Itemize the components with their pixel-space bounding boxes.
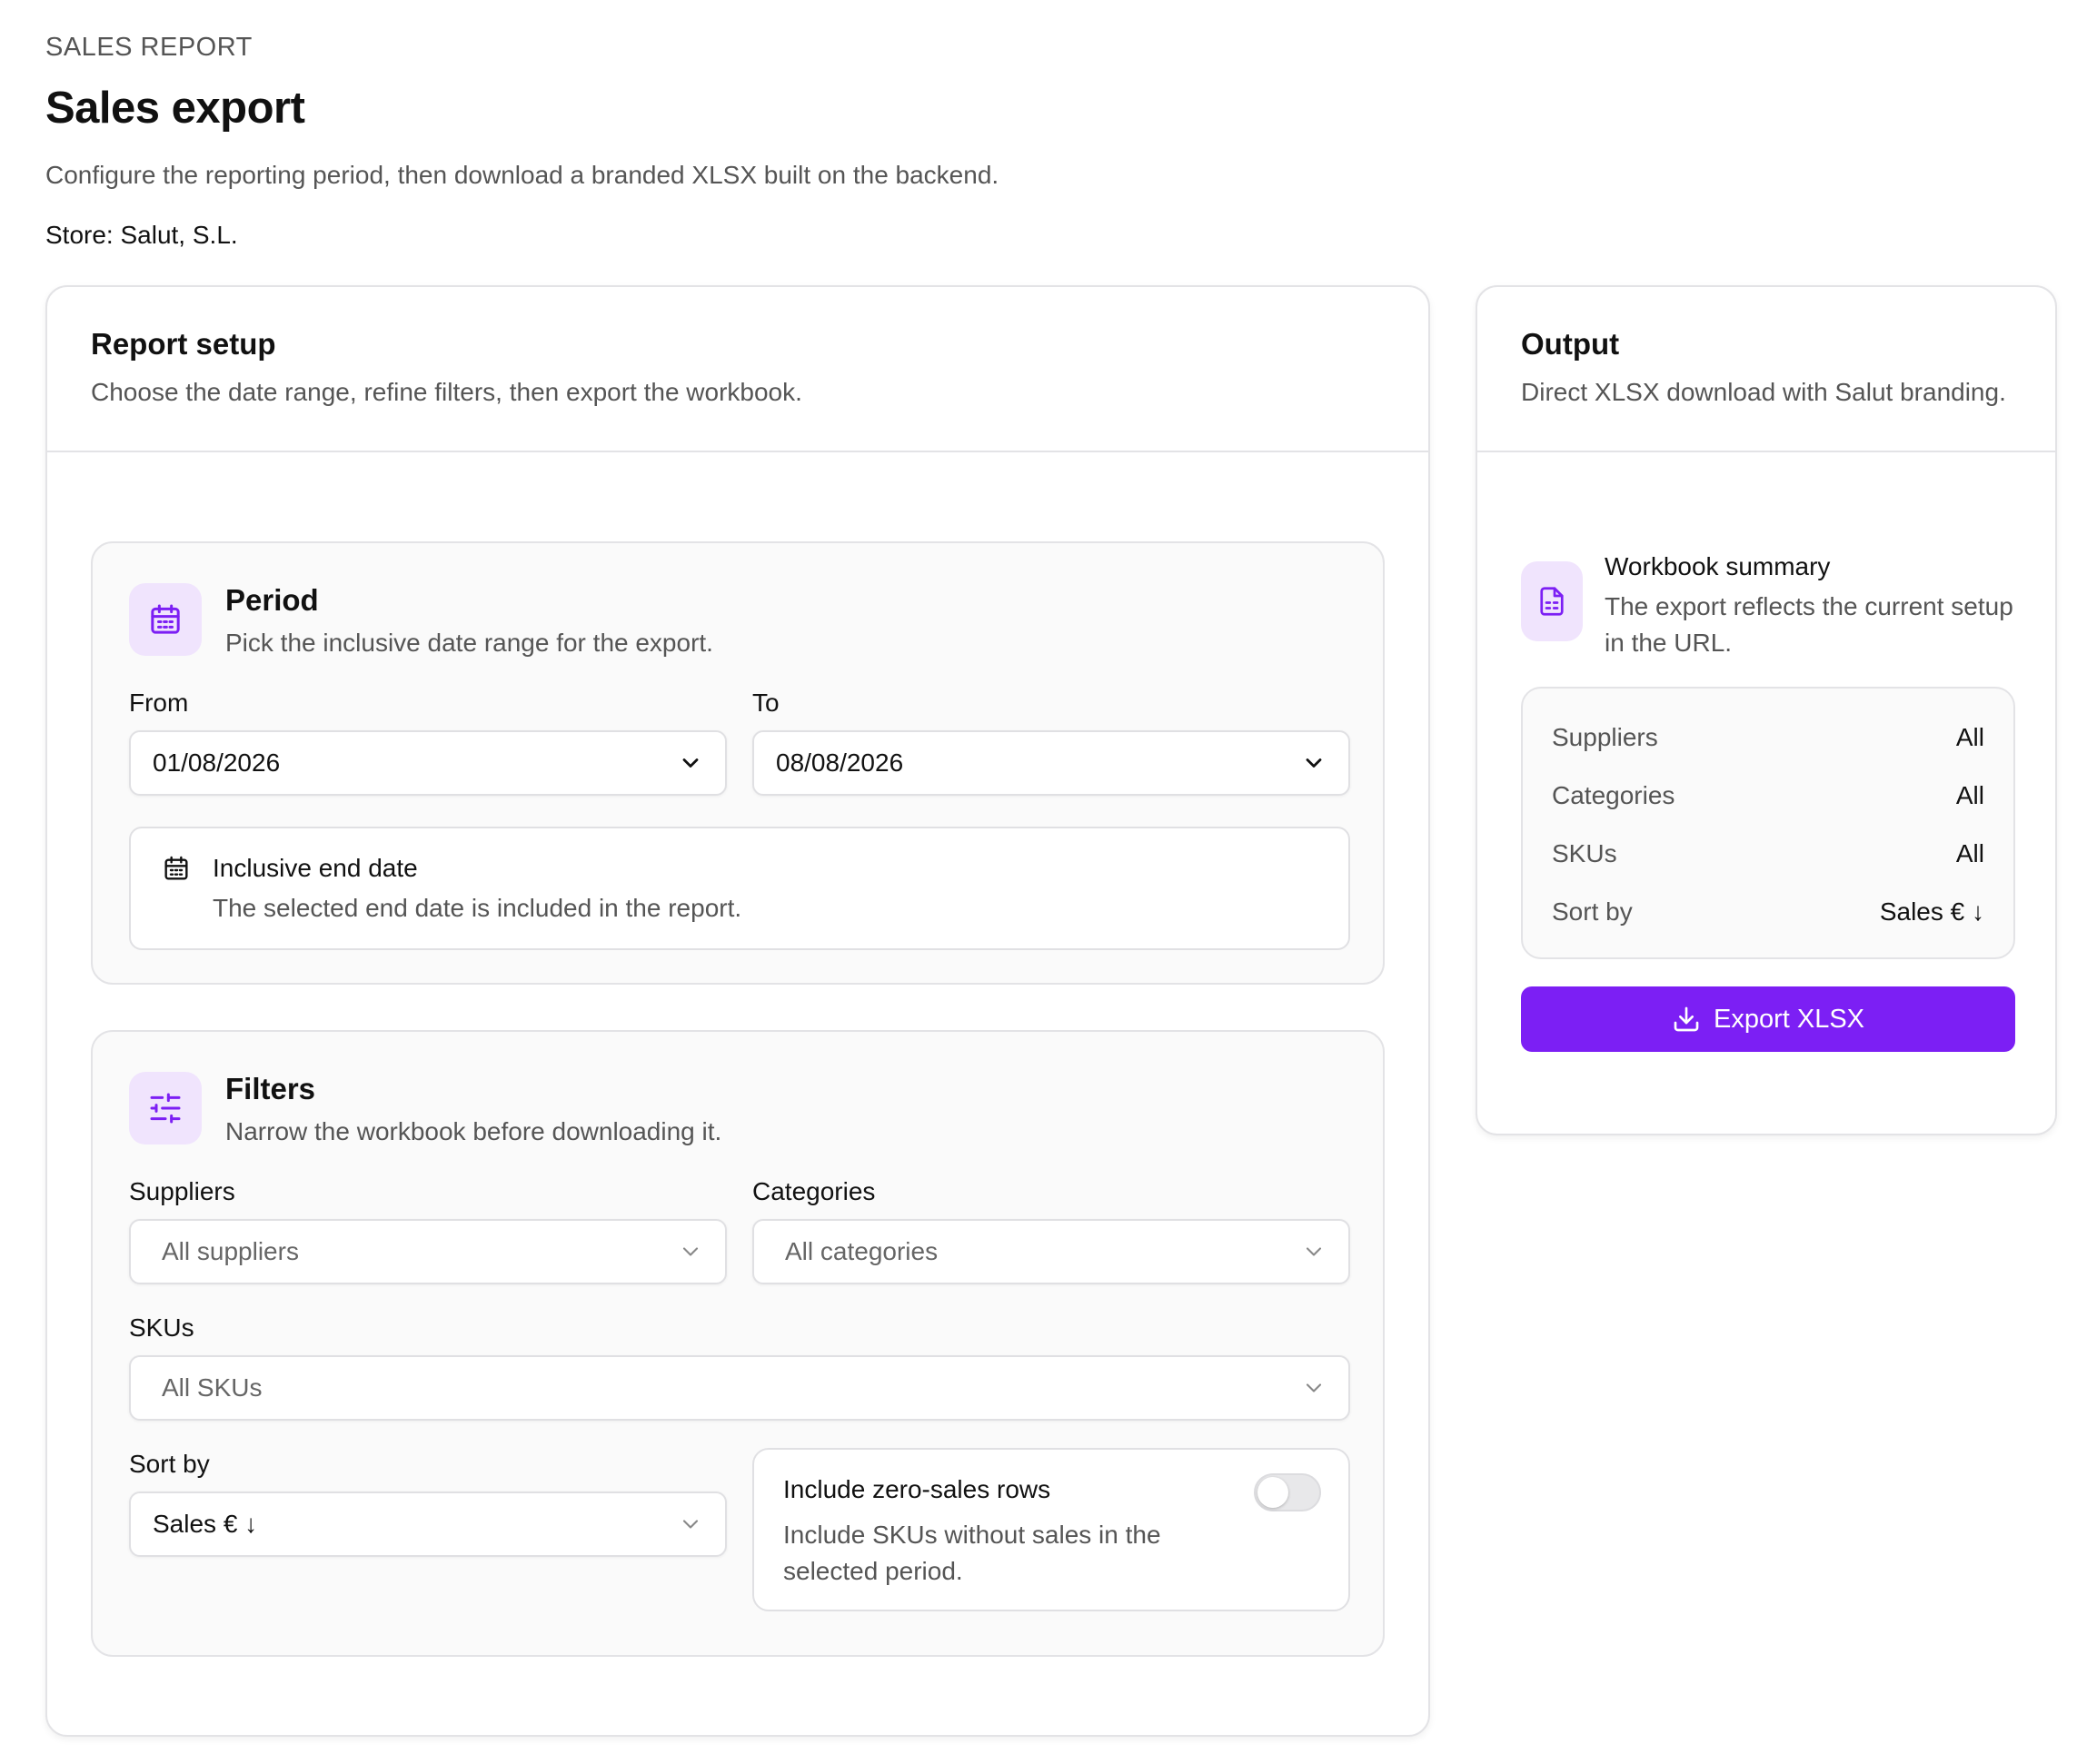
calendar-icon [129, 583, 202, 656]
to-date-value: 08/08/2026 [776, 748, 904, 777]
page-header: SALES REPORT Sales export Configure the … [45, 33, 999, 250]
suppliers-value: All suppliers [162, 1237, 299, 1265]
store-name: Store: Salut, S.L. [45, 221, 238, 249]
report-setup-header: Report setup Choose the date range, refi… [47, 287, 1428, 452]
to-date-select[interactable]: 08/08/2026 [752, 730, 1350, 796]
sort-by-select[interactable]: Sales € ↓ [129, 1491, 727, 1557]
summary-row-categories: Categories All [1552, 767, 1984, 825]
report-setup-card: Report setup Choose the date range, refi… [45, 285, 1430, 1737]
summary-value: All [1955, 839, 1984, 867]
chevron-down-icon [1306, 1247, 1322, 1256]
categories-select[interactable]: All categories [752, 1219, 1350, 1284]
sliders-icon [129, 1072, 202, 1145]
filters-description: Narrow the workbook before downloading i… [225, 1117, 722, 1145]
suppliers-select[interactable]: All suppliers [129, 1219, 727, 1284]
page-title: Sales export [45, 84, 305, 133]
report-setup-description: Choose the date range, refine filters, t… [91, 378, 802, 406]
workbook-summary-list: Suppliers All Categories All SKUs All So… [1521, 687, 2015, 959]
summary-key: Sort by [1552, 897, 1633, 926]
from-date-select[interactable]: 01/08/2026 [129, 730, 727, 796]
export-xlsx-button[interactable]: Export XLSX [1521, 986, 2015, 1052]
export-xlsx-label: Export XLSX [1713, 1004, 1865, 1034]
download-icon [1674, 1006, 1699, 1032]
page-eyebrow: SALES REPORT [45, 33, 253, 62]
categories-label: Categories [752, 1177, 876, 1205]
summary-key: SKUs [1552, 839, 1617, 867]
sort-by-value: Sales € ↓ [153, 1510, 258, 1538]
output-title: Output [1521, 327, 1620, 361]
zero-sales-description: Include SKUs without sales in the select… [783, 1521, 1161, 1585]
summary-value: Sales € ↓ [1879, 897, 1984, 926]
inclusive-end-date-note: Inclusive end date The selected end date… [129, 827, 1350, 950]
output-header: Output Direct XLSX download with Salut b… [1477, 287, 2055, 452]
skus-select[interactable]: All SKUs [129, 1355, 1350, 1421]
summary-key: Suppliers [1552, 723, 1658, 751]
summary-row-sort-by: Sort by Sales € ↓ [1552, 883, 1984, 941]
summary-key: Categories [1552, 781, 1675, 809]
output-card: Output Direct XLSX download with Salut b… [1476, 285, 2057, 1135]
page-subtitle: Configure the reporting period, then dow… [45, 161, 999, 189]
summary-row-skus: SKUs All [1552, 825, 1984, 883]
from-date-value: 01/08/2026 [153, 748, 281, 777]
report-setup-title: Report setup [91, 327, 276, 361]
filters-section: Filters Narrow the workbook before downl… [91, 1030, 1385, 1657]
zero-sales-toggle[interactable] [1254, 1473, 1321, 1511]
period-description: Pick the inclusive date range for the ex… [225, 629, 713, 657]
from-label: From [129, 689, 189, 717]
inclusive-end-date-description: The selected end date is included in the… [213, 894, 742, 922]
chevron-down-icon [1306, 758, 1322, 768]
skus-label: SKUs [129, 1313, 194, 1342]
to-label: To [752, 689, 780, 717]
calendar-icon [164, 856, 188, 880]
chevron-down-icon [1306, 1383, 1322, 1392]
summary-row-suppliers: Suppliers All [1552, 709, 1984, 767]
zero-sales-title: Include zero-sales rows [783, 1475, 1051, 1503]
sort-by-label: Sort by [129, 1450, 210, 1478]
chevron-down-icon [682, 1247, 699, 1256]
toggle-knob [1257, 1477, 1288, 1508]
suppliers-label: Suppliers [129, 1177, 235, 1205]
summary-value: All [1955, 781, 1984, 809]
chevron-down-icon [682, 758, 699, 768]
skus-value: All SKUs [162, 1373, 263, 1402]
file-spreadsheet-icon [1521, 561, 1583, 641]
output-description: Direct XLSX download with Salut branding… [1521, 378, 2006, 406]
inclusive-end-date-title: Inclusive end date [213, 854, 418, 882]
period-title: Period [225, 583, 319, 617]
period-section: Period Pick the inclusive date range for… [91, 541, 1385, 985]
zero-sales-option: Include zero-sales rows Include SKUs wit… [752, 1448, 1350, 1611]
summary-value: All [1955, 723, 1984, 751]
chevron-down-icon [682, 1520, 699, 1529]
filters-title: Filters [225, 1072, 316, 1105]
workbook-summary-title: Workbook summary [1605, 552, 1831, 580]
workbook-summary-description: The export reflects the current setup in… [1605, 592, 2013, 657]
categories-value: All categories [785, 1237, 939, 1265]
